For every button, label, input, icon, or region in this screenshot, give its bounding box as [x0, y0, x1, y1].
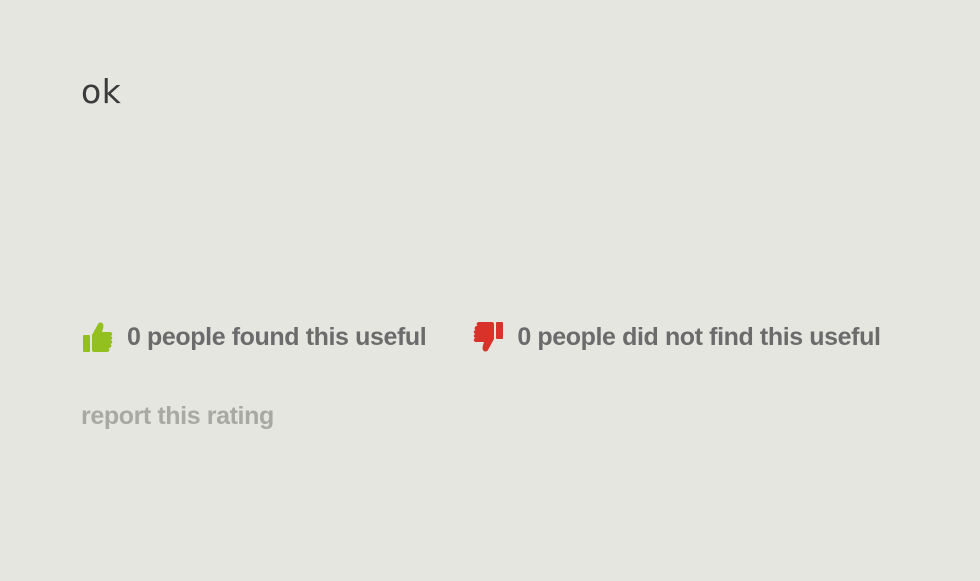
- not-useful-count-label: 0 people did not find this useful: [517, 322, 881, 351]
- not-useful-vote-button[interactable]: 0 people did not find this useful: [471, 319, 881, 355]
- rating-panel: ok 0 people found this useful 0 people d…: [0, 0, 980, 581]
- vote-bar: 0 people found this useful 0 people did …: [81, 317, 881, 357]
- report-rating-link[interactable]: report this rating: [81, 402, 274, 431]
- review-text: ok: [81, 72, 122, 111]
- thumbs-down-icon: [471, 319, 505, 355]
- useful-count-label: 0 people found this useful: [127, 322, 427, 351]
- thumbs-up-icon: [81, 319, 115, 355]
- useful-vote-button[interactable]: 0 people found this useful: [81, 319, 427, 355]
